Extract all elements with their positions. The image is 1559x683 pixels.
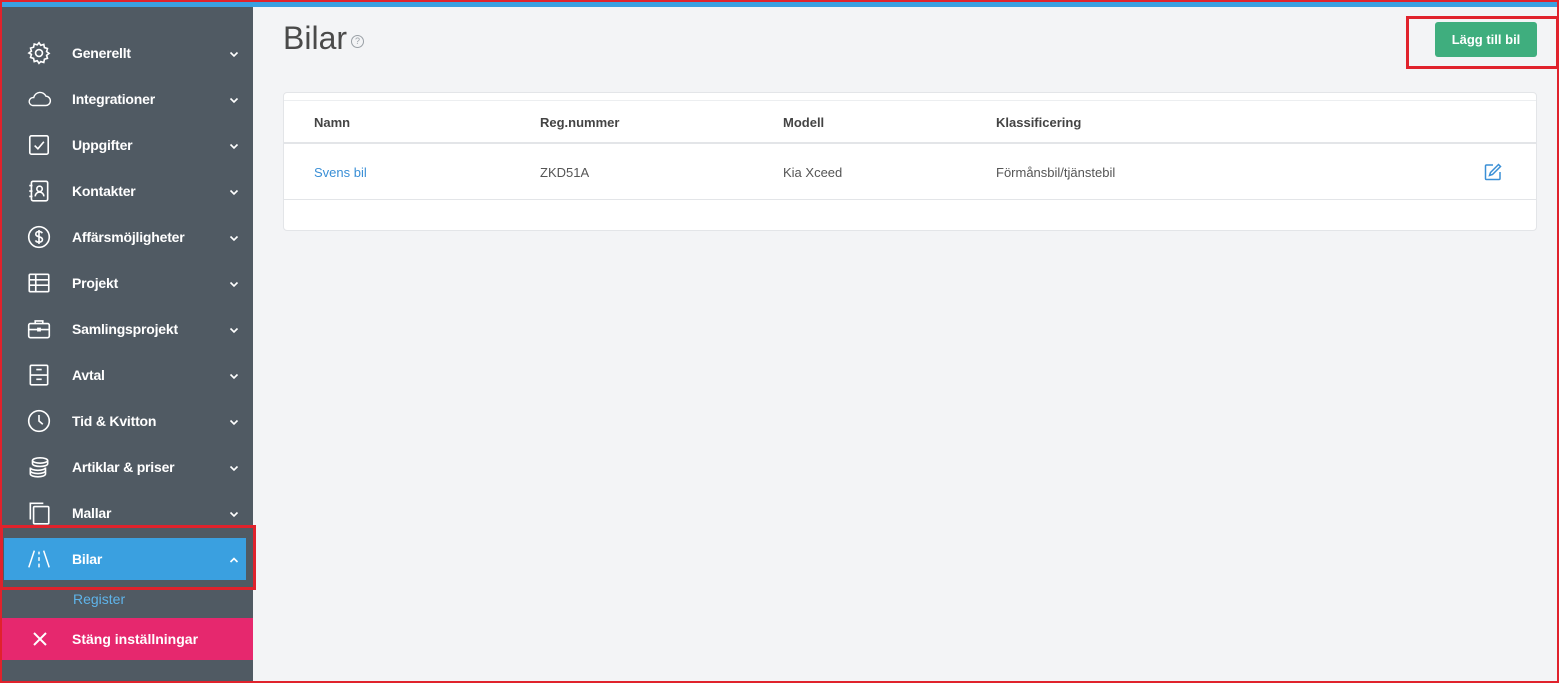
chevron-down-icon: [228, 185, 240, 197]
sidebar-item-label: Tid & Kvitton: [72, 413, 157, 429]
sidebar-item-label: Projekt: [72, 275, 119, 291]
copy-pages-icon: [26, 500, 52, 526]
chevron-down-icon: [228, 277, 240, 289]
sidebar-item-label: Mallar: [72, 505, 112, 521]
sidebar-item-label: Bilar: [72, 551, 103, 567]
sidebar-item-affarsmojligheter[interactable]: Affärsmöjligheter: [2, 214, 253, 260]
sidebar-item-label: Affärsmöjligheter: [72, 229, 185, 245]
divider: [284, 100, 1536, 101]
sidebar-item-label: Avtal: [72, 367, 105, 383]
archive-drawer-icon: [26, 362, 52, 388]
sidebar-item-avtal[interactable]: Avtal: [2, 352, 253, 398]
chevron-down-icon: [228, 47, 240, 59]
clock-icon: [26, 408, 52, 434]
settings-sidebar: Generellt Integrationer Uppgifter Kontak…: [2, 7, 253, 681]
add-car-button[interactable]: Lägg till bil: [1435, 22, 1537, 57]
chevron-down-icon: [228, 139, 240, 151]
top-accent-bar: [0, 0, 1559, 7]
close-settings-label: Stäng inställningar: [72, 631, 199, 647]
chevron-down-icon: [228, 415, 240, 427]
coin-stack-icon: [26, 454, 52, 480]
cars-table: Namn Reg.nummer Modell Klassificering Sv…: [283, 92, 1537, 231]
checkbox-icon: [26, 132, 52, 158]
sidebar-subitem-register[interactable]: Register: [73, 591, 125, 607]
sidebar-item-uppgifter[interactable]: Uppgifter: [2, 122, 253, 168]
sidebar-item-tid-kvitton[interactable]: Tid & Kvitton: [2, 398, 253, 444]
road-icon: [26, 546, 52, 572]
contact-card-icon: [26, 178, 52, 204]
column-header-namn[interactable]: Namn: [314, 115, 350, 130]
sidebar-item-label: Kontakter: [72, 183, 136, 199]
sidebar-item-label: Artiklar & priser: [72, 459, 175, 475]
gear-icon: [26, 40, 52, 66]
divider: [284, 142, 1536, 144]
divider: [284, 199, 1536, 200]
chevron-down-icon: [228, 507, 240, 519]
cloud-icon: [26, 86, 52, 112]
briefcase-icon: [26, 316, 52, 342]
table-icon: [26, 270, 52, 296]
page-title: Bilar: [283, 20, 348, 56]
car-reg-number: ZKD51A: [540, 165, 590, 180]
sidebar-item-generellt[interactable]: Generellt: [2, 30, 253, 76]
column-header-reg-nummer[interactable]: Reg.nummer: [540, 115, 619, 130]
column-header-modell[interactable]: Modell: [783, 115, 824, 130]
chevron-down-icon: [228, 323, 240, 335]
edit-icon[interactable]: [1483, 162, 1503, 182]
sidebar-item-integrationer[interactable]: Integrationer: [2, 76, 253, 122]
sidebar-item-label: Generellt: [72, 45, 131, 61]
close-icon: [30, 629, 50, 649]
sidebar-item-label: Integrationer: [72, 91, 155, 107]
chevron-down-icon: [228, 369, 240, 381]
dollar-circle-icon: [26, 224, 52, 250]
help-icon[interactable]: ?: [351, 35, 364, 48]
chevron-up-icon: [228, 553, 240, 565]
sidebar-item-samlingsprojekt[interactable]: Samlingsprojekt: [2, 306, 253, 352]
chevron-down-icon: [228, 461, 240, 473]
chevron-down-icon: [228, 93, 240, 105]
sidebar-item-projekt[interactable]: Projekt: [2, 260, 253, 306]
sidebar-item-bilar[interactable]: Bilar: [4, 538, 246, 580]
car-name-link[interactable]: Svens bil: [314, 165, 367, 180]
car-classification: Förmånsbil/tjänstebil: [996, 165, 1116, 180]
sidebar-item-label: Uppgifter: [72, 137, 133, 153]
sidebar-item-label: Samlingsprojekt: [72, 321, 178, 337]
sidebar-item-artiklar-priser[interactable]: Artiklar & priser: [2, 444, 253, 490]
sidebar-item-mallar[interactable]: Mallar: [2, 490, 253, 536]
close-settings-button[interactable]: Stäng inställningar: [2, 618, 253, 660]
sidebar-item-kontakter[interactable]: Kontakter: [2, 168, 253, 214]
chevron-down-icon: [228, 231, 240, 243]
car-model: Kia Xceed: [783, 165, 843, 180]
column-header-klassificering[interactable]: Klassificering: [996, 115, 1081, 130]
